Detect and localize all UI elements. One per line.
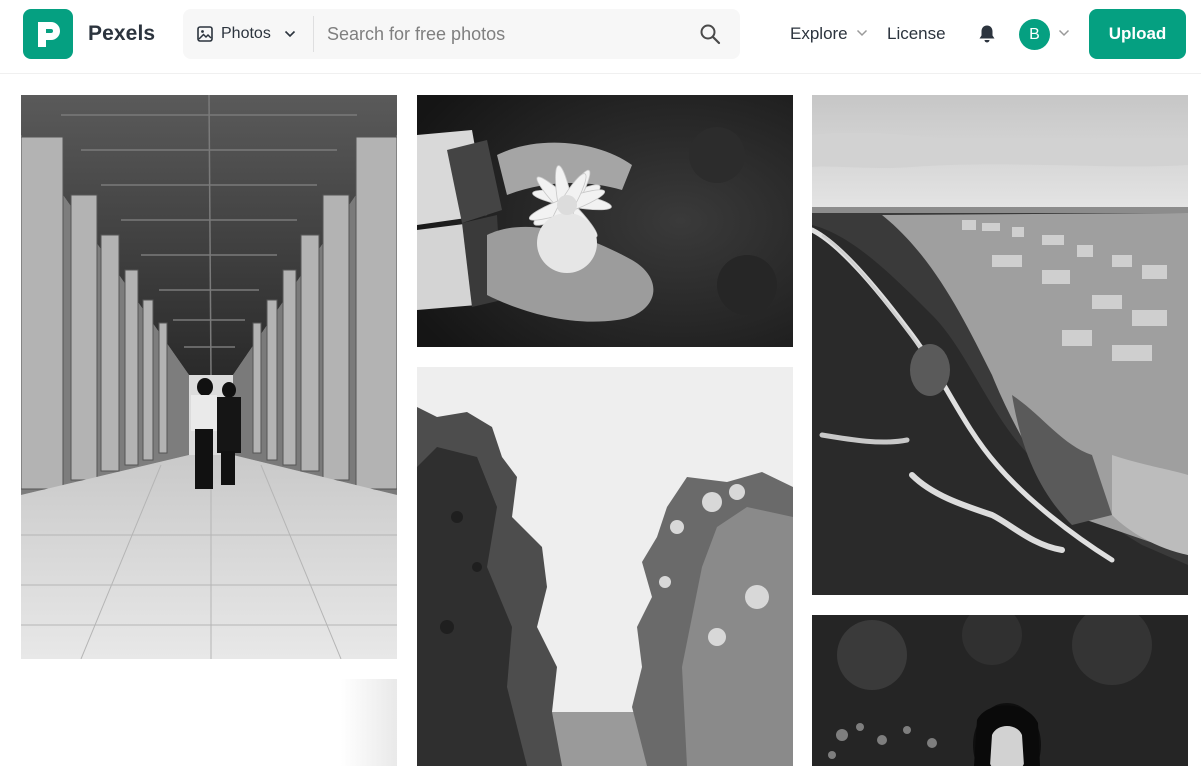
photo-colonnade-corridor[interactable] [21, 95, 397, 659]
search-icon[interactable] [698, 22, 722, 46]
upload-button[interactable]: Upload [1089, 9, 1186, 59]
nav-license-link[interactable]: License [887, 24, 946, 44]
photo-coastal-town-aerial[interactable] [812, 95, 1188, 595]
chevron-down-icon[interactable] [1058, 29, 1070, 37]
pexels-logo-icon[interactable] [23, 9, 73, 59]
image-icon [197, 26, 213, 42]
photo-partial-tile[interactable] [21, 679, 397, 766]
search-input[interactable] [327, 17, 687, 51]
brand-name[interactable]: Pexels [88, 22, 155, 46]
top-navigation-bar: Pexels Photos Explore License B [0, 0, 1201, 74]
search-divider [313, 16, 314, 52]
user-avatar[interactable]: B [1019, 19, 1050, 50]
chevron-down-icon [284, 30, 296, 38]
search-bar: Photos [183, 9, 740, 59]
media-type-label: Photos [221, 25, 271, 42]
bell-icon[interactable] [976, 23, 998, 45]
photo-hands-holding-flower[interactable] [417, 95, 793, 347]
photo-woman-in-forest[interactable] [812, 615, 1188, 766]
nav-explore-link[interactable]: Explore [790, 24, 848, 44]
media-type-select[interactable]: Photos [183, 9, 313, 59]
photo-sea-rocks[interactable] [417, 367, 793, 766]
chevron-down-icon[interactable] [856, 29, 868, 37]
